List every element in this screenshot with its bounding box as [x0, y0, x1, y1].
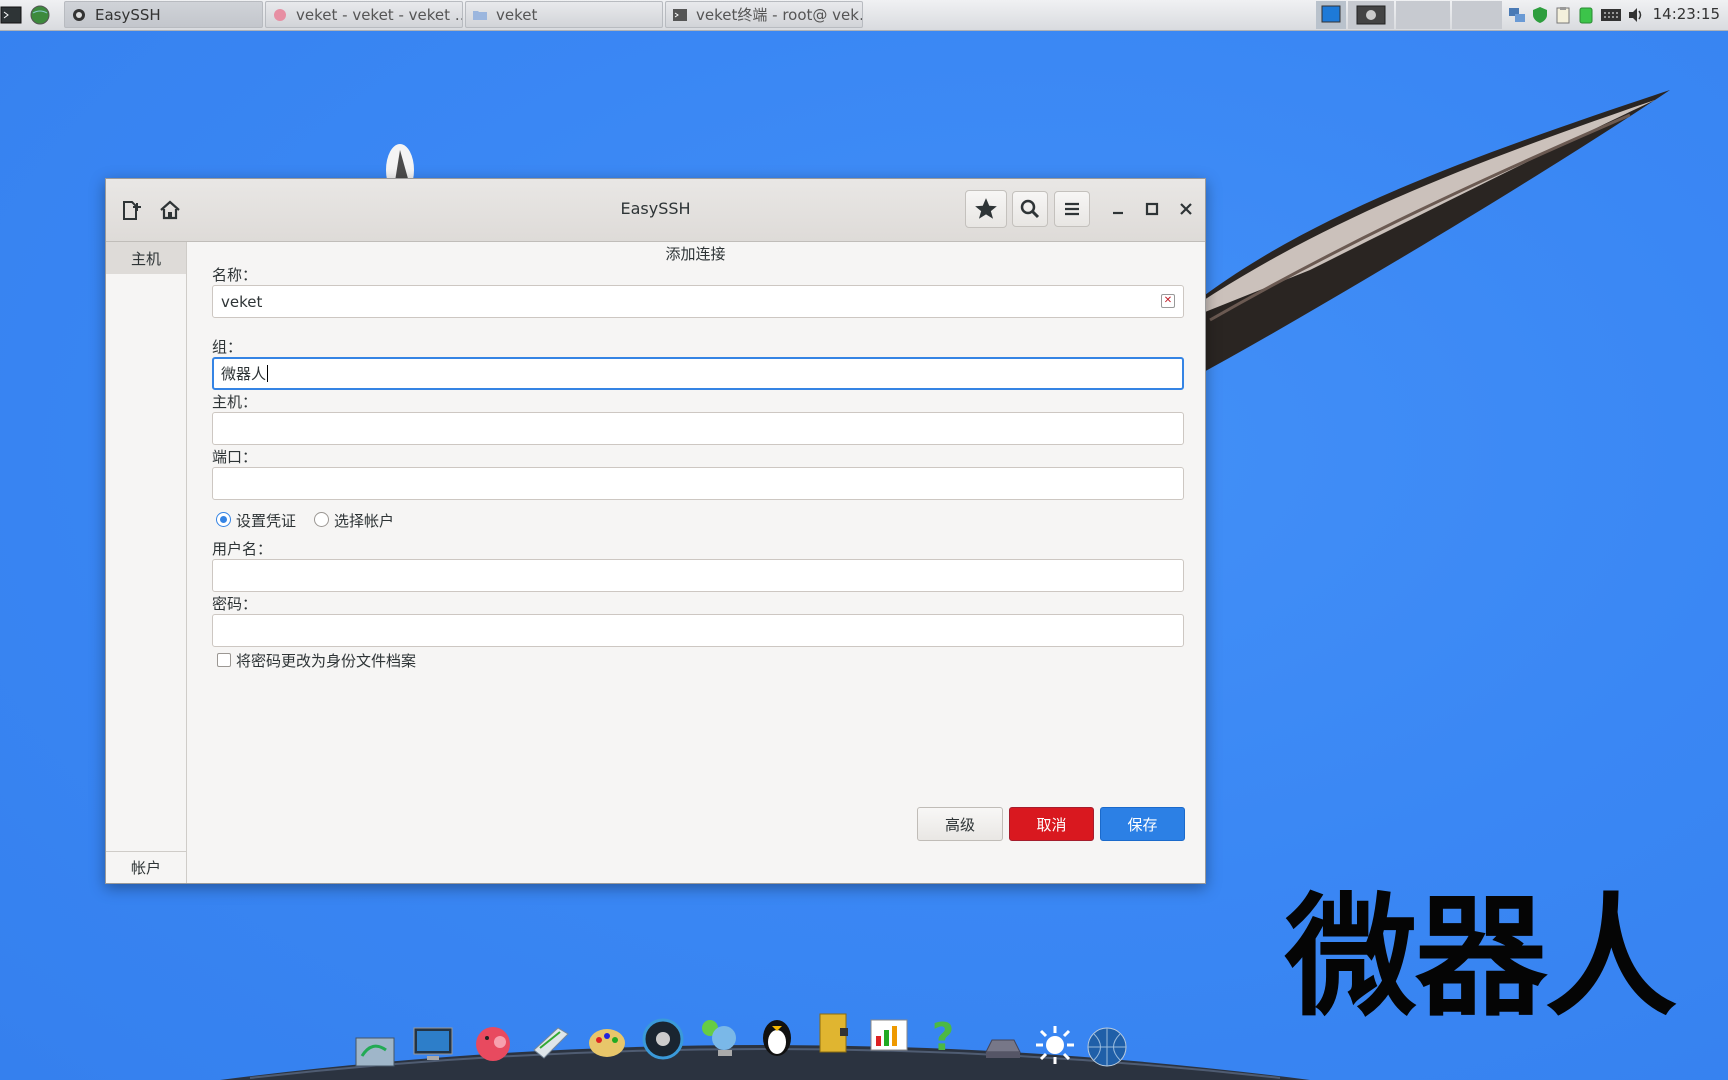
advanced-button[interactable]: 高级 — [917, 807, 1003, 841]
close-button[interactable] — [1174, 197, 1198, 221]
maximize-button[interactable] — [1140, 197, 1164, 221]
battery-icon[interactable] — [1577, 6, 1595, 24]
task-easyssh[interactable]: EasySSH — [64, 1, 263, 28]
penguin-icon[interactable] — [754, 1012, 800, 1058]
notebook-icon[interactable] — [810, 1010, 856, 1056]
task-label: veket — [496, 5, 538, 24]
svg-text:?: ? — [932, 1015, 954, 1059]
clipboard-icon[interactable] — [1554, 6, 1572, 24]
window-preview-icon — [1356, 5, 1386, 25]
palette-icon[interactable] — [584, 1018, 630, 1064]
wallpaper-text: 微器人 — [1285, 881, 1677, 1035]
disk-icon[interactable] — [980, 1022, 1026, 1068]
maximize-icon — [1145, 202, 1159, 216]
minimize-button[interactable] — [1106, 197, 1130, 221]
network-globe-icon[interactable] — [696, 1014, 742, 1060]
save-button[interactable]: 保存 — [1100, 807, 1185, 841]
password-label: 密码： — [212, 595, 258, 613]
media-player-icon[interactable] — [640, 1016, 686, 1062]
terminal-icon — [673, 8, 687, 21]
favorites-button[interactable] — [965, 190, 1007, 228]
network-icon[interactable] — [1508, 6, 1526, 24]
clear-icon[interactable]: ✕ — [1161, 294, 1175, 308]
identity-file-checkbox[interactable] — [217, 653, 231, 667]
form-title: 添加连接 — [665, 245, 726, 263]
dock: ? — [220, 1013, 1310, 1080]
world-icon[interactable] — [1084, 1024, 1130, 1070]
desktop-preview-icon — [1321, 5, 1341, 23]
pig-mascot-icon[interactable] — [470, 1020, 516, 1066]
workspace-3[interactable] — [1396, 1, 1450, 29]
star-icon — [975, 198, 997, 219]
choose-account-label[interactable]: 选择帐户 — [334, 510, 394, 531]
identity-file-label[interactable]: 将密码更改为身份文件档案 — [236, 650, 416, 671]
host-field[interactable] — [212, 412, 1184, 445]
help-icon[interactable]: ? — [922, 1014, 968, 1060]
task-browser[interactable]: veket - veket - veket … — [265, 1, 463, 28]
search-button[interactable] — [1012, 191, 1048, 227]
menu-icon — [1065, 202, 1079, 216]
username-field[interactable] — [212, 559, 1184, 592]
workspace-1[interactable] — [1316, 1, 1346, 29]
sidebar-tab-account[interactable]: 帐户 — [106, 851, 186, 883]
password-field[interactable] — [212, 614, 1184, 647]
browser-icon — [274, 8, 286, 21]
minimize-icon — [1113, 211, 1123, 215]
terminal-icon[interactable] — [0, 4, 22, 26]
clock: 14:23:15 — [1652, 5, 1720, 23]
name-field-value: veket — [221, 292, 263, 311]
sidebar: 主机 帐户 — [106, 242, 187, 883]
set-credentials-radio[interactable] — [216, 512, 231, 527]
set-credentials-label[interactable]: 设置凭证 — [236, 510, 296, 531]
port-label: 端口： — [212, 448, 258, 466]
sidebar-tab-host[interactable]: 主机 — [106, 242, 186, 274]
text-caret — [267, 365, 269, 382]
host-label: 主机： — [212, 393, 258, 411]
group-field[interactable]: 微器人 — [212, 357, 1184, 390]
search-icon — [1020, 199, 1040, 219]
cancel-button[interactable]: 取消 — [1009, 807, 1094, 841]
file-manager-icon[interactable] — [352, 1026, 398, 1072]
title-bar: EasySSH — [106, 179, 1205, 242]
task-label: veket终端 - root@ vek… — [696, 6, 863, 24]
chart-icon[interactable] — [866, 1012, 912, 1058]
workspace-4[interactable] — [1452, 1, 1502, 29]
group-field-value: 微器人 — [221, 365, 267, 383]
task-label: veket - veket - veket … — [296, 5, 463, 24]
port-field[interactable] — [212, 467, 1184, 500]
feather-wallpaper-graphic — [1150, 90, 1670, 400]
easyssh-app-icon — [73, 8, 85, 21]
globe-icon[interactable] — [29, 4, 51, 26]
task-label: EasySSH — [95, 5, 161, 24]
monitor-icon[interactable] — [410, 1022, 456, 1068]
folder-icon — [473, 10, 487, 20]
taskbar: EasySSH veket - veket - veket … veket ve… — [0, 0, 1728, 31]
notepad-icon[interactable] — [528, 1020, 574, 1066]
close-icon — [1180, 203, 1192, 215]
task-folder[interactable]: veket — [465, 1, 663, 28]
username-label: 用户名： — [212, 540, 273, 558]
menu-button[interactable] — [1054, 191, 1090, 227]
workspace-2[interactable] — [1348, 1, 1394, 29]
keyboard-icon[interactable] — [1600, 6, 1622, 24]
group-label: 组： — [212, 338, 243, 356]
choose-account-radio[interactable] — [314, 512, 329, 527]
volume-icon[interactable] — [1627, 6, 1645, 24]
task-terminal[interactable]: veket终端 - root@ vek… — [665, 1, 863, 28]
brightness-icon[interactable] — [1032, 1022, 1078, 1068]
shield-icon[interactable] — [1531, 6, 1549, 24]
easyssh-window: EasySSH 主机 帐户 添加连接 名称： veket ✕ 组： 微器人 主机… — [105, 178, 1206, 884]
name-label: 名称： — [212, 266, 258, 284]
name-field[interactable]: veket ✕ — [212, 285, 1184, 318]
